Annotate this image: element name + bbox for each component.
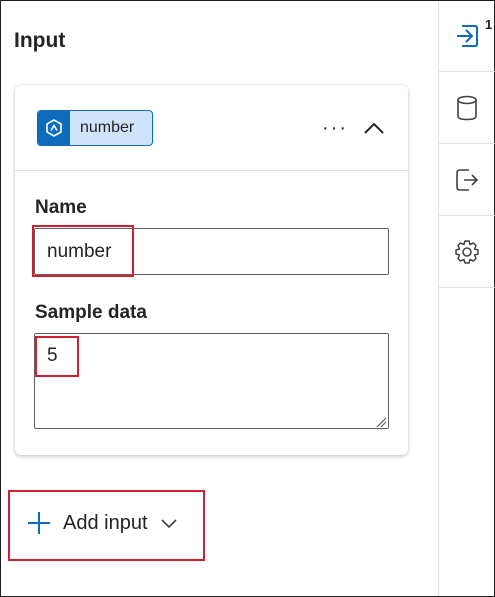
input-type-chip[interactable]: number [37, 110, 153, 146]
rail-output-tab[interactable] [439, 145, 495, 216]
name-input[interactable] [34, 228, 389, 275]
database-icon [457, 95, 477, 121]
rail-settings-tab[interactable] [439, 217, 495, 288]
pane-title: Input [14, 29, 66, 52]
input-card-header: number ··· [15, 85, 408, 171]
input-type-label: number [80, 119, 135, 136]
number-type-icon [38, 111, 70, 145]
more-options-button[interactable]: ··· [319, 114, 351, 142]
input-arrow-icon [457, 25, 478, 47]
collapse-button[interactable] [360, 114, 388, 142]
right-rail: 1 [438, 1, 495, 596]
name-label: Name [35, 197, 87, 218]
chevron-up-icon [364, 122, 384, 134]
input-count-badge: 1 [485, 17, 493, 32]
input-card: number ··· Name Sample data 5 [15, 85, 408, 455]
settings-gear-icon [455, 240, 479, 264]
input-pane: Input number ··· Name number Sample data… [1, 1, 438, 596]
add-input-label: Add input [63, 511, 148, 534]
rail-data-tab[interactable] [439, 73, 495, 144]
plus-icon [28, 512, 50, 534]
add-input-button[interactable]: Add input [25, 506, 178, 540]
sign-out-icon [456, 169, 479, 191]
sample-data-input[interactable]: 5 [34, 333, 389, 429]
chevron-down-icon [160, 519, 177, 529]
sample-data-label: Sample data [35, 302, 147, 323]
rail-input-tab[interactable]: 1 [439, 1, 495, 72]
app-frame: Input number ··· Name number Sample data… [0, 0, 495, 597]
